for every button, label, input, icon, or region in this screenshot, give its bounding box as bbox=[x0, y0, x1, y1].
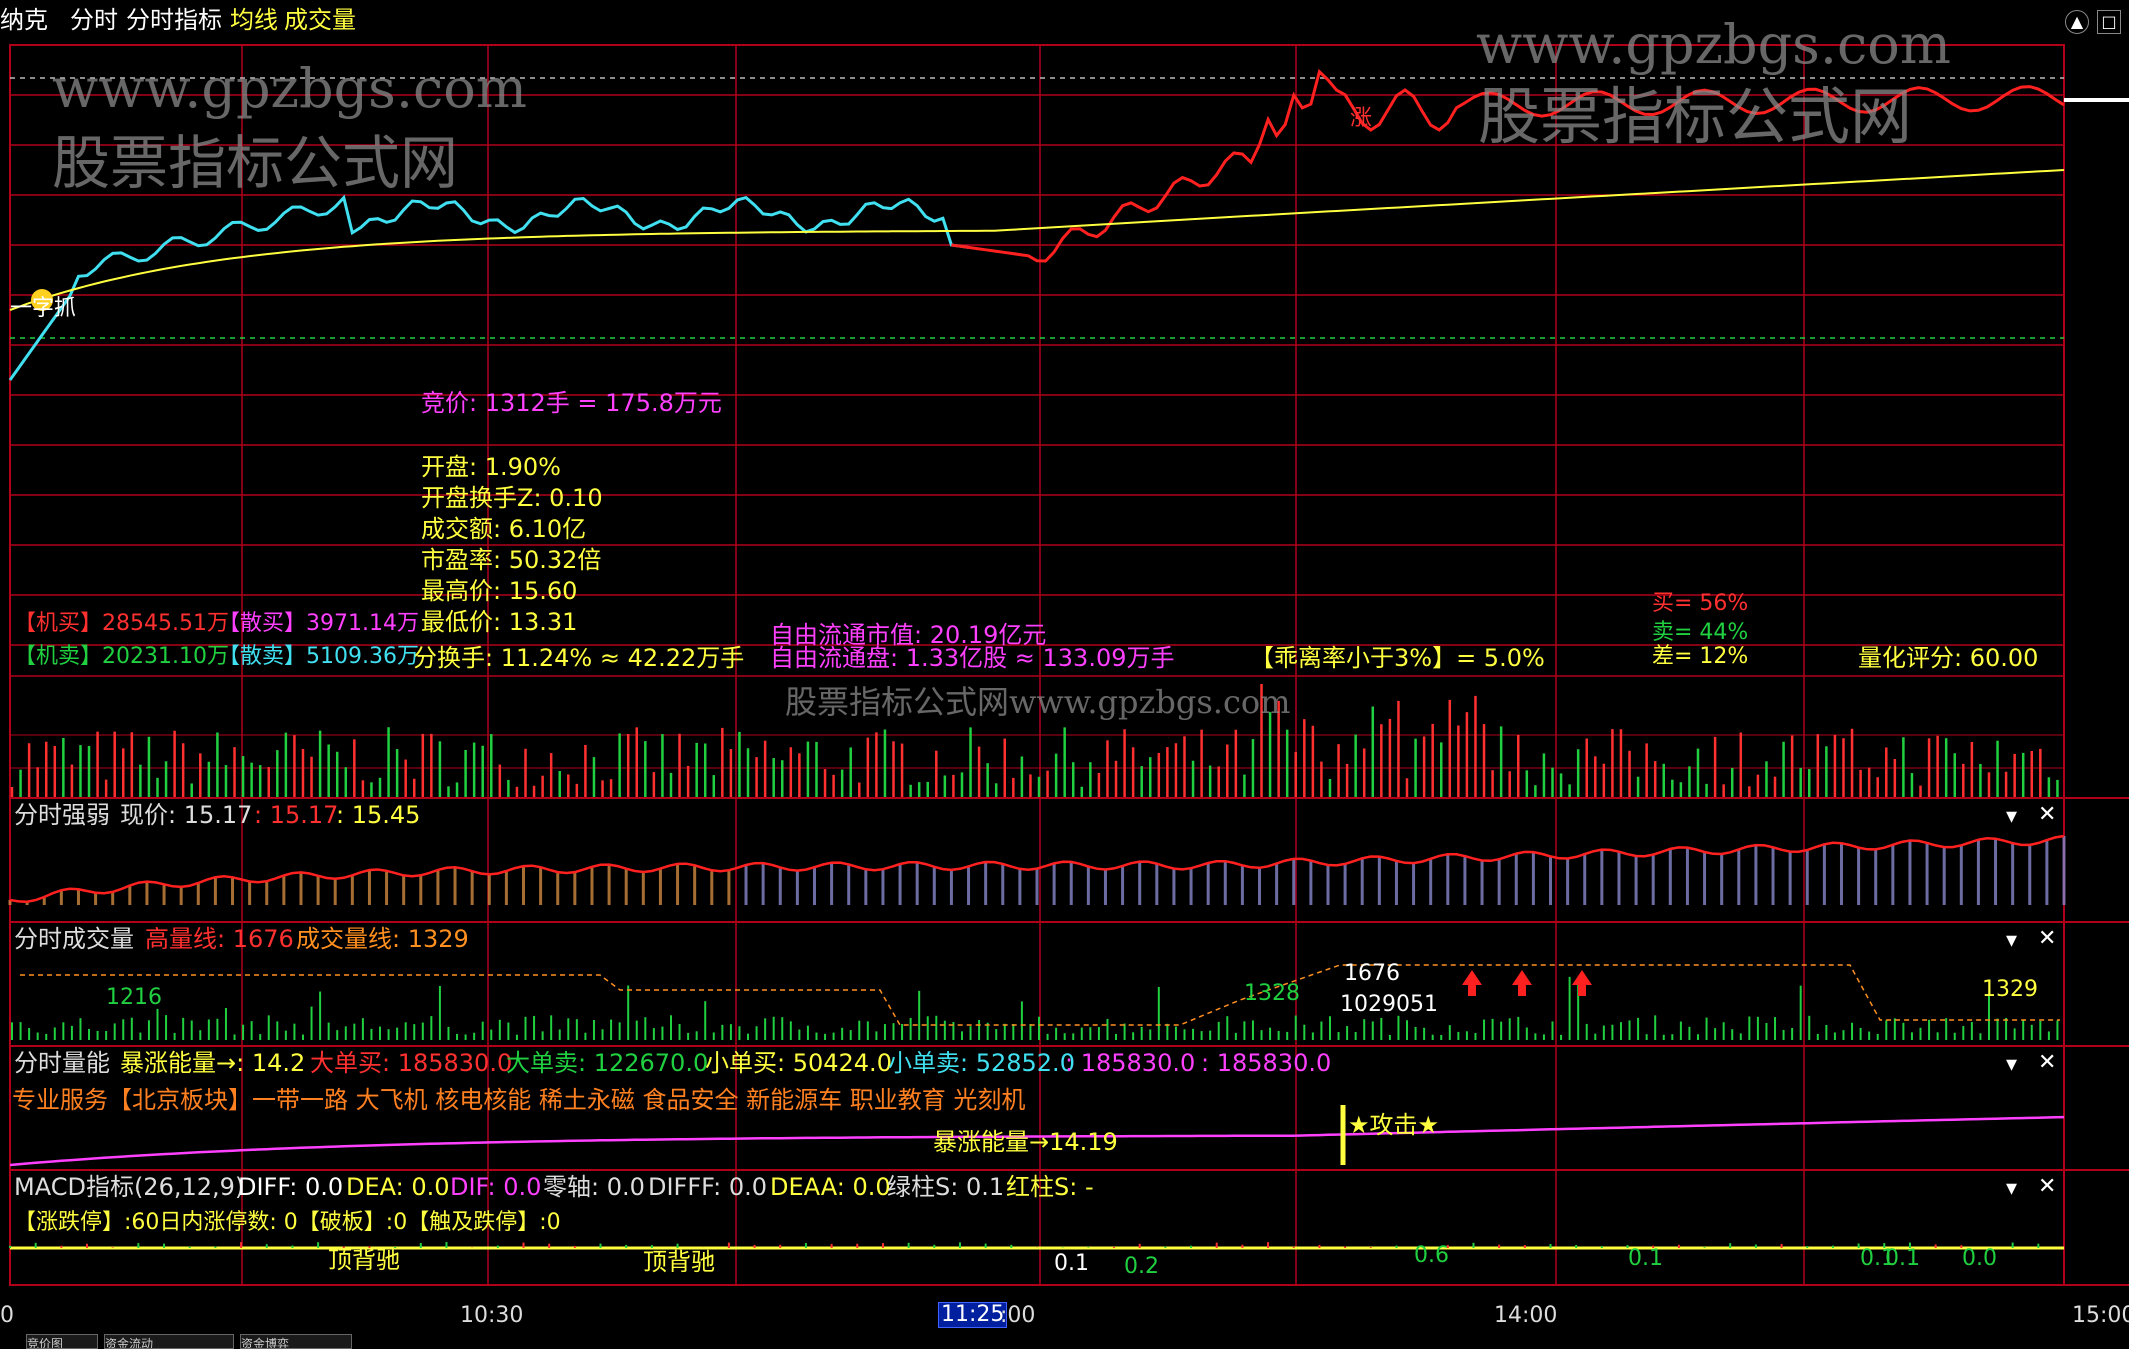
energy-dropdown-icon[interactable]: ▾ bbox=[2006, 1054, 2017, 1076]
macd-zero: 零轴: 0.0 bbox=[543, 1173, 645, 1201]
stat-low: 最低价: 13.31 bbox=[421, 608, 578, 636]
tab-volume[interactable]: 成交量 bbox=[284, 8, 356, 32]
stock-name[interactable]: 纳克 bbox=[0, 8, 48, 32]
strength-v2: : 15.45 bbox=[336, 801, 421, 829]
price-line-cyan bbox=[8, 194, 969, 381]
time-cursor-label[interactable]: 11:25 bbox=[938, 1302, 1008, 1328]
macd-val-6: 0.1 bbox=[1885, 1246, 1920, 1271]
surge-energy: 暴涨能量→: 14.2 bbox=[120, 1049, 306, 1077]
limit-up-marker: 涨 bbox=[1350, 106, 1373, 131]
macd-val-1: 0.1 bbox=[1054, 1251, 1089, 1276]
auction-info: 竞价: 1312手 = 175.8万元 bbox=[421, 389, 722, 417]
volume-line: 成交量线: 1329 bbox=[296, 925, 469, 953]
diff-percent: 差= 12% bbox=[1652, 644, 1749, 669]
inst-sell: 【机卖】20231.10万 bbox=[14, 644, 229, 669]
volume-close-icon[interactable]: ✕ bbox=[2038, 928, 2056, 950]
time-label-1030: 10:30 bbox=[460, 1303, 524, 1328]
energy-title[interactable]: 分时量能 bbox=[14, 1051, 110, 1075]
watermark-site-right: 股票指标公式网 bbox=[1478, 80, 1913, 153]
up-arrow-icon[interactable]: ▲ bbox=[2065, 10, 2089, 34]
time-label-1400: 14:00 bbox=[1494, 1303, 1558, 1328]
retail-sell: 【散卖】5109.36万 bbox=[218, 644, 419, 669]
strength-dropdown-icon[interactable]: ▾ bbox=[2006, 806, 2017, 828]
small-sell: 小单卖: 52852.0 bbox=[888, 1049, 1075, 1077]
up-arrow-icon bbox=[1572, 970, 1592, 996]
maximize-icon[interactable]: □ bbox=[2097, 10, 2121, 34]
energy-v1: : 185830.0 bbox=[1065, 1049, 1196, 1077]
macd-green-bar: 绿柱S: 0.1 bbox=[887, 1173, 1005, 1201]
up-arrow-icon bbox=[1512, 970, 1532, 996]
stat-pe: 市盈率: 50.32倍 bbox=[421, 546, 602, 574]
high-volume-line: 高量线: 1676 bbox=[145, 925, 294, 953]
vol-mark-1216: 1216 bbox=[106, 985, 162, 1010]
volume-title[interactable]: 分时成交量 bbox=[14, 927, 134, 951]
big-sell: 大单卖: 122670.0 bbox=[506, 1049, 709, 1077]
strength-v1: : 15.17 bbox=[254, 801, 339, 829]
energy-close-icon[interactable]: ✕ bbox=[2038, 1052, 2056, 1074]
top-divergence-1: 顶背驰 bbox=[328, 1246, 400, 1274]
inst-buy: 【机买】28545.51万 bbox=[14, 611, 229, 636]
watermark-url-right: www.gpzbgs.com bbox=[1476, 13, 1951, 76]
tab-ma[interactable]: 均线 bbox=[230, 8, 278, 32]
watermark-url: www.gpzbgs.com bbox=[52, 57, 527, 120]
limit-up-down-info: 【涨跌停】:60日内涨停数: 0【破板】:0【触及跌停】:0 bbox=[14, 1210, 561, 1235]
vol-mark-1329: 1329 bbox=[1982, 977, 2038, 1002]
sector-tags: 专业服务【北京板块】一带一路 大飞机 核电核能 稀土永磁 食品安全 新能源车 职… bbox=[12, 1086, 1026, 1114]
macd-dropdown-icon[interactable]: ▾ bbox=[2006, 1178, 2017, 1200]
tab-intraday[interactable]: 分时 bbox=[70, 8, 118, 32]
start-marker: 一字抓 bbox=[10, 296, 77, 321]
retail-buy: 【散买】3971.14万 bbox=[218, 611, 419, 636]
stat-open-turnover: 开盘换手Z: 0.10 bbox=[421, 484, 603, 512]
vol-mark-small: 1029051 bbox=[1340, 992, 1438, 1017]
macd-difff: DIFFF: 0.0 bbox=[648, 1173, 767, 1201]
vol-mark-1328: 1328 bbox=[1244, 981, 1300, 1006]
macd-red-bar: 红柱S: - bbox=[1006, 1173, 1094, 1201]
deviation-rate: 【乖离率小于3%】= 5.0% bbox=[1250, 644, 1545, 672]
top-divergence-2: 顶背驰 bbox=[643, 1248, 715, 1276]
tab-intraday-indicator[interactable]: 分时指标 bbox=[126, 8, 222, 32]
macd-val-7: 0.0 bbox=[1962, 1246, 1997, 1271]
quant-score: 量化评分: 60.00 bbox=[1858, 644, 2039, 672]
time-label-0930: 0 bbox=[0, 1303, 14, 1328]
watermark-mid: 股票指标公式网www.gpzbgs.com bbox=[785, 683, 1291, 721]
big-buy: 大单买: 185830.0 bbox=[310, 1049, 513, 1077]
time-label-1300: :00 bbox=[1000, 1303, 1036, 1328]
buy-percent: 买= 56% bbox=[1652, 591, 1749, 616]
macd-val-4: 0.1 bbox=[1628, 1246, 1663, 1271]
turnover-info: 分换手: 11.24% ≈ 42.22万手 bbox=[413, 644, 745, 672]
macd-diff: DIFF: 0.0 bbox=[238, 1173, 344, 1201]
strength-close-icon[interactable]: ✕ bbox=[2038, 804, 2056, 826]
up-arrow-icon bbox=[1462, 970, 1482, 996]
float-shares: 自由流通盘: 1.33亿股 ≈ 133.09万手 bbox=[770, 644, 1175, 672]
sell-percent: 卖= 44% bbox=[1652, 620, 1749, 645]
macd-title[interactable]: MACD指标(26,12,9) bbox=[14, 1175, 244, 1199]
watermark-site: 股票指标公式网 bbox=[52, 129, 459, 197]
volume-dropdown-icon[interactable]: ▾ bbox=[2006, 930, 2017, 952]
surge-mark: 暴涨能量→14.19 bbox=[933, 1128, 1118, 1156]
stat-open: 开盘: 1.90% bbox=[421, 453, 561, 481]
macd-dea: DEA: 0.0 bbox=[346, 1173, 450, 1201]
time-label-1500: 15:00 bbox=[2072, 1303, 2129, 1328]
vol-mark-1676: 1676 bbox=[1344, 961, 1400, 986]
stat-high: 最高价: 15.60 bbox=[421, 577, 578, 605]
macd-dif: DIF: 0.0 bbox=[450, 1173, 542, 1201]
small-buy: 小单买: 50424.0 bbox=[705, 1049, 892, 1077]
strength-price: 现价: 15.17 bbox=[120, 801, 253, 829]
macd-val-3: 0.6 bbox=[1414, 1243, 1449, 1268]
energy-v2: : 185830.0 bbox=[1201, 1049, 1332, 1077]
strength-title[interactable]: 分时强弱 bbox=[14, 803, 110, 827]
attack-mark: ★攻击★ bbox=[1348, 1111, 1440, 1139]
macd-deaa: DEAA: 0.0 bbox=[770, 1173, 891, 1201]
stat-amount: 成交额: 6.10亿 bbox=[421, 515, 587, 543]
macd-close-icon[interactable]: ✕ bbox=[2038, 1176, 2056, 1198]
macd-val-2: 0.2 bbox=[1124, 1254, 1159, 1279]
